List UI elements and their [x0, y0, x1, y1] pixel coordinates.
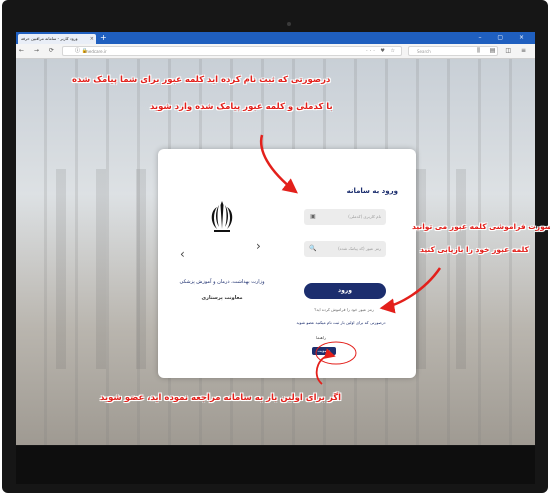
iran-emblem-icon	[211, 201, 233, 232]
tab-title: ورود کاربر - سامانه مراقبین حرفه	[21, 36, 78, 41]
annotation-join: اگر برای اولین بار به سامانه مراجعه نمود…	[100, 393, 342, 403]
tab-login[interactable]: ورود کاربر - سامانه مراقبین حرفه ×	[18, 34, 96, 44]
username-field[interactable]: ▣ نام کاربری (کدملی)	[304, 209, 386, 225]
deputy-name: معاونت پرستاری	[201, 295, 243, 301]
login-card: ‹ › وزارت بهداشت، درمان و آموزش پزشکی مع…	[158, 149, 416, 378]
annotation-forgot-2: کلمه عبور خود را بازیابی کنید	[420, 245, 529, 254]
register-note: درصورتی که برای اولین بار ثبت نام میکنید…	[296, 320, 386, 325]
login-title: ورود به سامانه	[346, 187, 398, 195]
new-tab-button[interactable]: +	[100, 33, 107, 43]
username-placeholder: نام کاربری (کدملی)	[348, 214, 381, 219]
browser-window: ورود کاربر - سامانه مراقبین حرفه × + – ▢…	[16, 32, 535, 445]
help-link[interactable]: راهنما	[308, 335, 334, 340]
carousel-prev-icon[interactable]: ‹	[180, 247, 185, 261]
webcam-dot	[287, 22, 291, 26]
password-placeholder: رمز عبور (کد پیامک شده)	[338, 246, 381, 251]
window-controls[interactable]: – ▢ ×	[478, 33, 531, 43]
id-card-icon: ▣	[310, 213, 316, 220]
toolbar-icons[interactable]: ⫼ ▤ ◫ ≡	[477, 46, 530, 56]
password-field[interactable]: 🔍 رمز عبور (کد پیامک شده)	[304, 241, 386, 257]
key-icon: 🔍	[309, 245, 317, 252]
ministry-name: وزارت بهداشت، درمان و آموزش پزشکی	[179, 279, 265, 285]
annotation-login-hint: با کدملی و کلمه عبور پیامک شده وارد شوید	[150, 102, 333, 112]
address-bar[interactable]: ⓘ 🔒 medcare.ir ··· ♥ ☆	[62, 46, 402, 56]
join-button[interactable]: عضویت	[312, 347, 336, 355]
forgot-password-link[interactable]: رمز عبور خود را فراموش کرده اید؟	[298, 307, 390, 312]
annotation-registered: درصورتی که ثبت نام کرده اید کلمه عبور بر…	[72, 75, 331, 85]
login-button[interactable]: ورود	[304, 283, 386, 299]
browser-toolbar: ← → ⟳ ⌂ ⓘ 🔒 medcare.ir ··· ♥ ☆ Search ⫼ …	[16, 44, 535, 59]
tab-bar: ورود کاربر - سامانه مراقبین حرفه × + – ▢…	[16, 32, 535, 44]
url-text: medcare.ir	[85, 49, 107, 54]
card-branding: ‹ › وزارت بهداشت، درمان و آموزش پزشکی مع…	[158, 149, 286, 378]
page-actions[interactable]: ··· ♥ ☆	[366, 47, 397, 56]
annotation-forgot-1: درصورت فراموشی کلمه عبور می توانید	[412, 222, 550, 231]
tab-close-icon[interactable]: ×	[90, 34, 94, 44]
carousel-next-icon[interactable]: ›	[256, 239, 261, 253]
monitor-bezel	[16, 446, 535, 484]
